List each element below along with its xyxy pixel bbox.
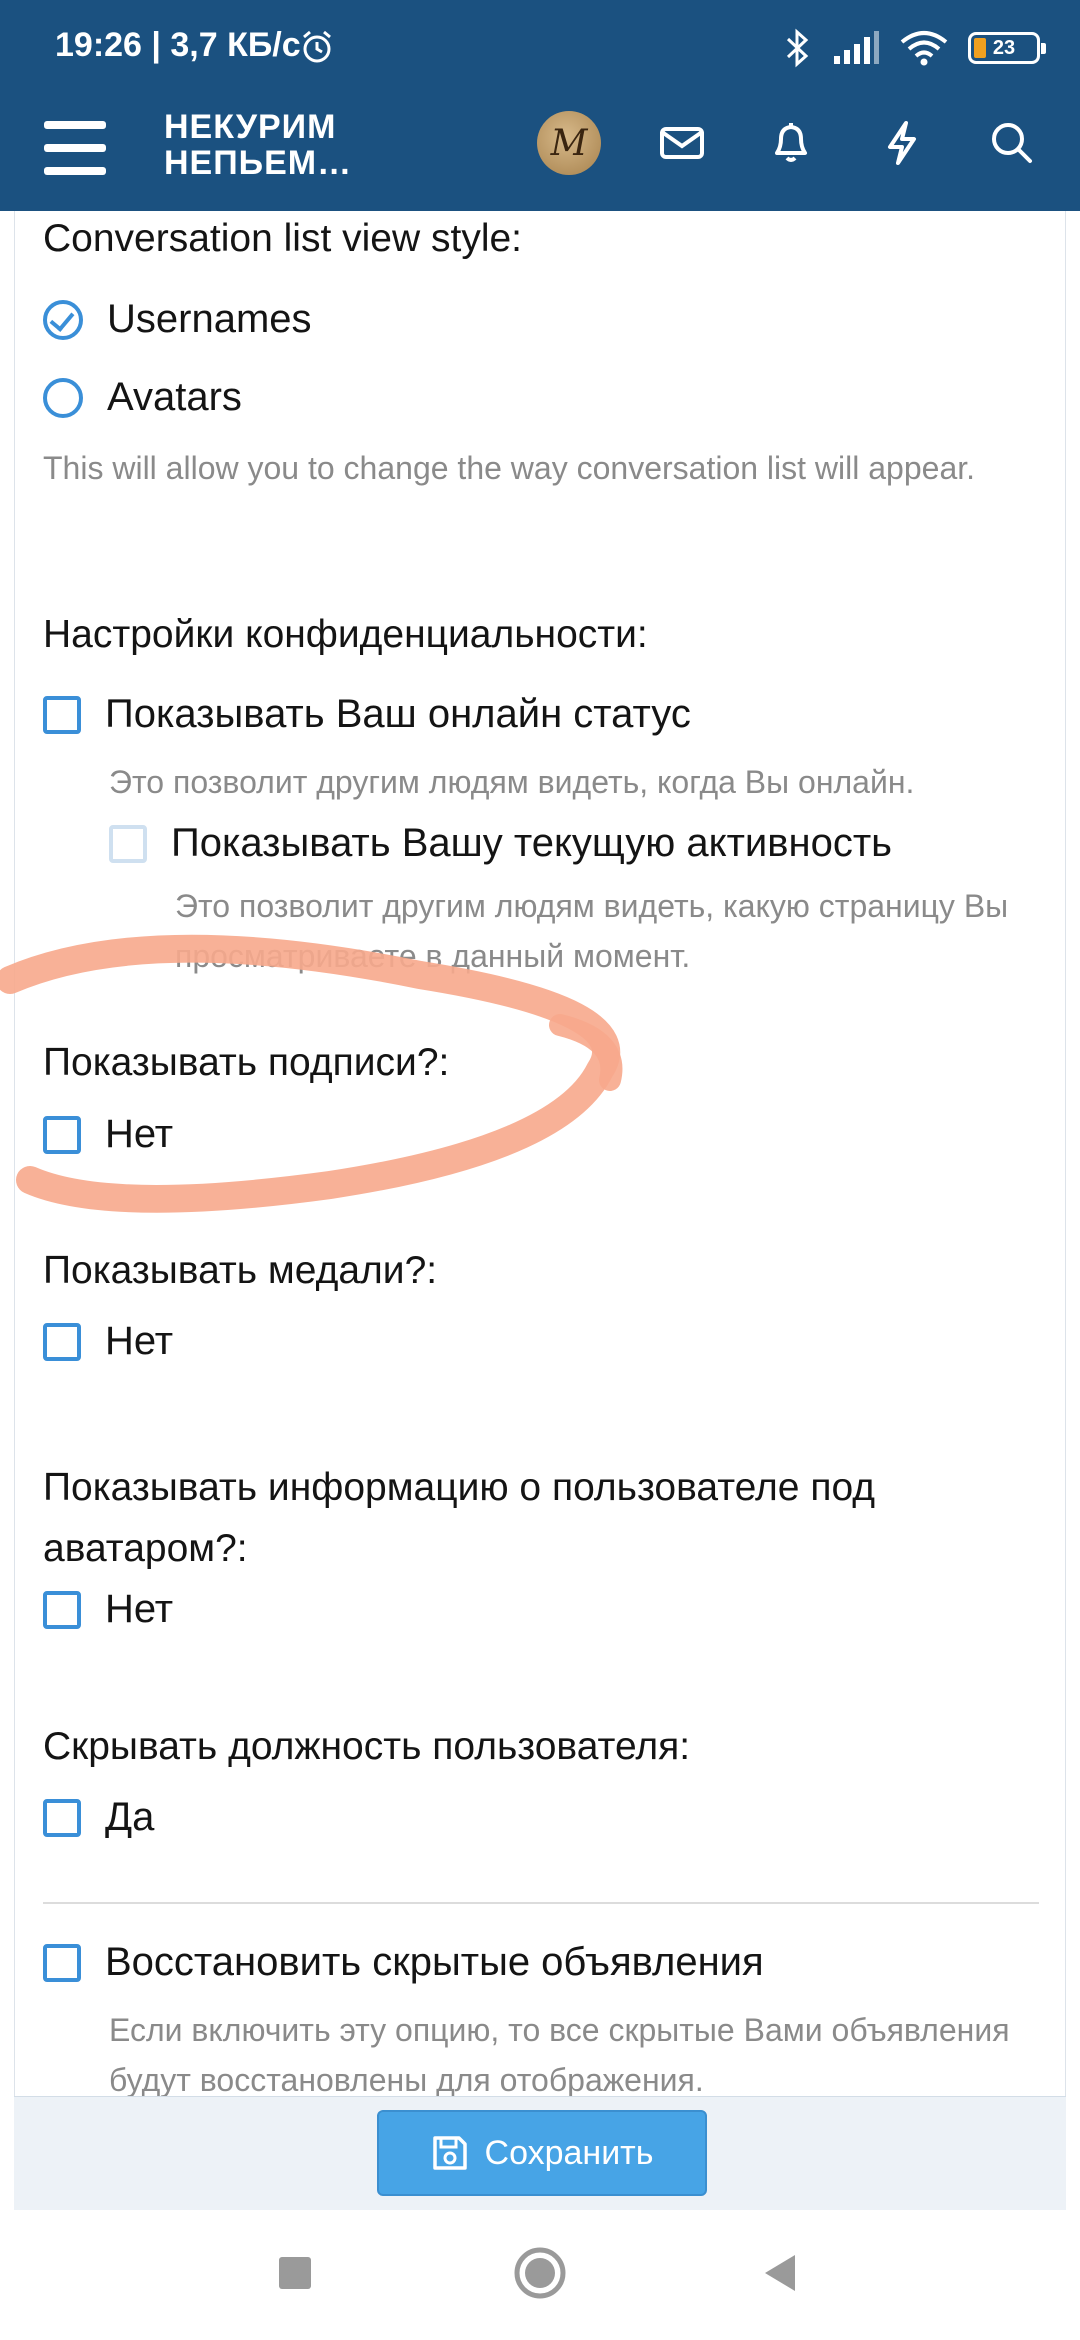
checkbox-icon[interactable]	[43, 1798, 81, 1837]
back-triangle-icon	[765, 2255, 795, 2291]
checkbox-icon[interactable]	[43, 1322, 81, 1361]
app-bar: НЕКУРИМ НЕПЬЕМ… M	[0, 95, 1080, 211]
privacy-label: Настройки конфиденциальности:	[43, 613, 648, 656]
checkbox-icon[interactable]	[43, 1115, 81, 1154]
checkbox-icon[interactable]	[43, 1590, 81, 1629]
brand-line-2: НЕПЬЕМ…	[164, 145, 353, 181]
userinfo-label: Показывать информацию о пользователе под…	[43, 1466, 876, 1570]
checkbox-restore-notices[interactable]: Восстановить скрытые объявления	[43, 1940, 764, 1985]
medals-option-label: Нет	[105, 1319, 174, 1363]
checkbox-show-activity[interactable]: Показывать Вашу текущую активность	[109, 821, 892, 866]
show-activity-hint: Это позволит другим людям видеть, какую …	[175, 888, 1009, 974]
square-icon	[279, 2257, 311, 2289]
circle-icon	[514, 2247, 566, 2299]
save-button-label: Сохранить	[484, 2133, 654, 2172]
home-button[interactable]	[505, 2238, 575, 2308]
checkbox-show-online[interactable]: Показывать Ваш онлайн статус	[43, 692, 691, 737]
checkbox-icon[interactable]	[43, 1943, 81, 1982]
avatar[interactable]: M	[537, 111, 601, 175]
save-icon	[432, 2136, 467, 2170]
brand-line-1: НЕКУРИМ	[164, 109, 337, 145]
signal-icon	[834, 31, 879, 64]
radio-checked-icon[interactable]	[43, 299, 83, 340]
bluetooth-icon	[786, 28, 809, 68]
checkbox-hide-title[interactable]: Да	[43, 1795, 154, 1840]
radio-avatars[interactable]: Avatars	[43, 375, 242, 420]
divider	[43, 1902, 1039, 1904]
conversation-style-hint: This will allow you to change the way co…	[43, 450, 976, 486]
search-icon[interactable]	[984, 115, 1040, 171]
radio-avatars-label: Avatars	[107, 375, 242, 419]
alarm-icon	[303, 30, 331, 63]
checkbox-icon[interactable]	[43, 695, 81, 734]
menu-icon[interactable]	[44, 121, 106, 175]
inbox-icon[interactable]	[654, 115, 710, 171]
medals-label: Показывать медали?:	[43, 1249, 438, 1292]
radio-usernames-label: Usernames	[107, 297, 312, 341]
userinfo-option-label: Нет	[105, 1587, 174, 1631]
lightning-icon[interactable]	[874, 115, 930, 171]
conversation-style-label: Conversation list view style:	[43, 217, 523, 260]
hide-title-option-label: Да	[105, 1795, 155, 1839]
signatures-label: Показывать подписи?:	[43, 1041, 450, 1084]
preferences-form: Conversation list view style: Usernames …	[14, 211, 1066, 2096]
save-button[interactable]: Сохранить	[377, 2110, 707, 2196]
form-submit-bar: Сохранить	[14, 2096, 1066, 2210]
battery-level: 23	[992, 36, 1016, 59]
restore-notices-label: Восстановить скрытые объявления	[105, 1940, 764, 1984]
radio-icon[interactable]	[43, 377, 83, 418]
site-logo[interactable]: НЕКУРИМ НЕПЬЕМ…	[164, 109, 374, 181]
checkbox-icon[interactable]	[109, 824, 147, 863]
radio-usernames[interactable]: Usernames	[43, 297, 312, 342]
show-activity-label: Показывать Вашу текущую активность	[171, 821, 892, 865]
checkbox-userinfo[interactable]: Нет	[43, 1587, 173, 1632]
back-button[interactable]	[745, 2238, 815, 2308]
battery-icon: 23	[968, 32, 1046, 64]
status-bar: 19:26 | 3,7 КБ/с 23	[0, 0, 1080, 95]
system-navigation-bar	[0, 2210, 1080, 2340]
bell-icon[interactable]	[763, 115, 819, 171]
status-time-speed: 19:26 | 3,7 КБ/с	[55, 26, 301, 64]
checkbox-signatures[interactable]: Нет	[43, 1112, 173, 1157]
show-online-hint: Это позволит другим людям видеть, когда …	[109, 764, 915, 800]
restore-notices-hint: Если включить эту опцию, то все скрытые …	[109, 2012, 1010, 2096]
show-online-label: Показывать Ваш онлайн статус	[105, 692, 691, 736]
recents-button[interactable]	[260, 2238, 330, 2308]
hide-title-label: Скрывать должность пользователя:	[43, 1725, 691, 1768]
top-bar: 19:26 | 3,7 КБ/с 23 НЕКУРИМ НЕПЬЕМ… M	[0, 0, 1080, 211]
wifi-icon	[900, 31, 948, 66]
checkbox-medals[interactable]: Нет	[43, 1319, 173, 1364]
signatures-option-label: Нет	[105, 1112, 174, 1156]
